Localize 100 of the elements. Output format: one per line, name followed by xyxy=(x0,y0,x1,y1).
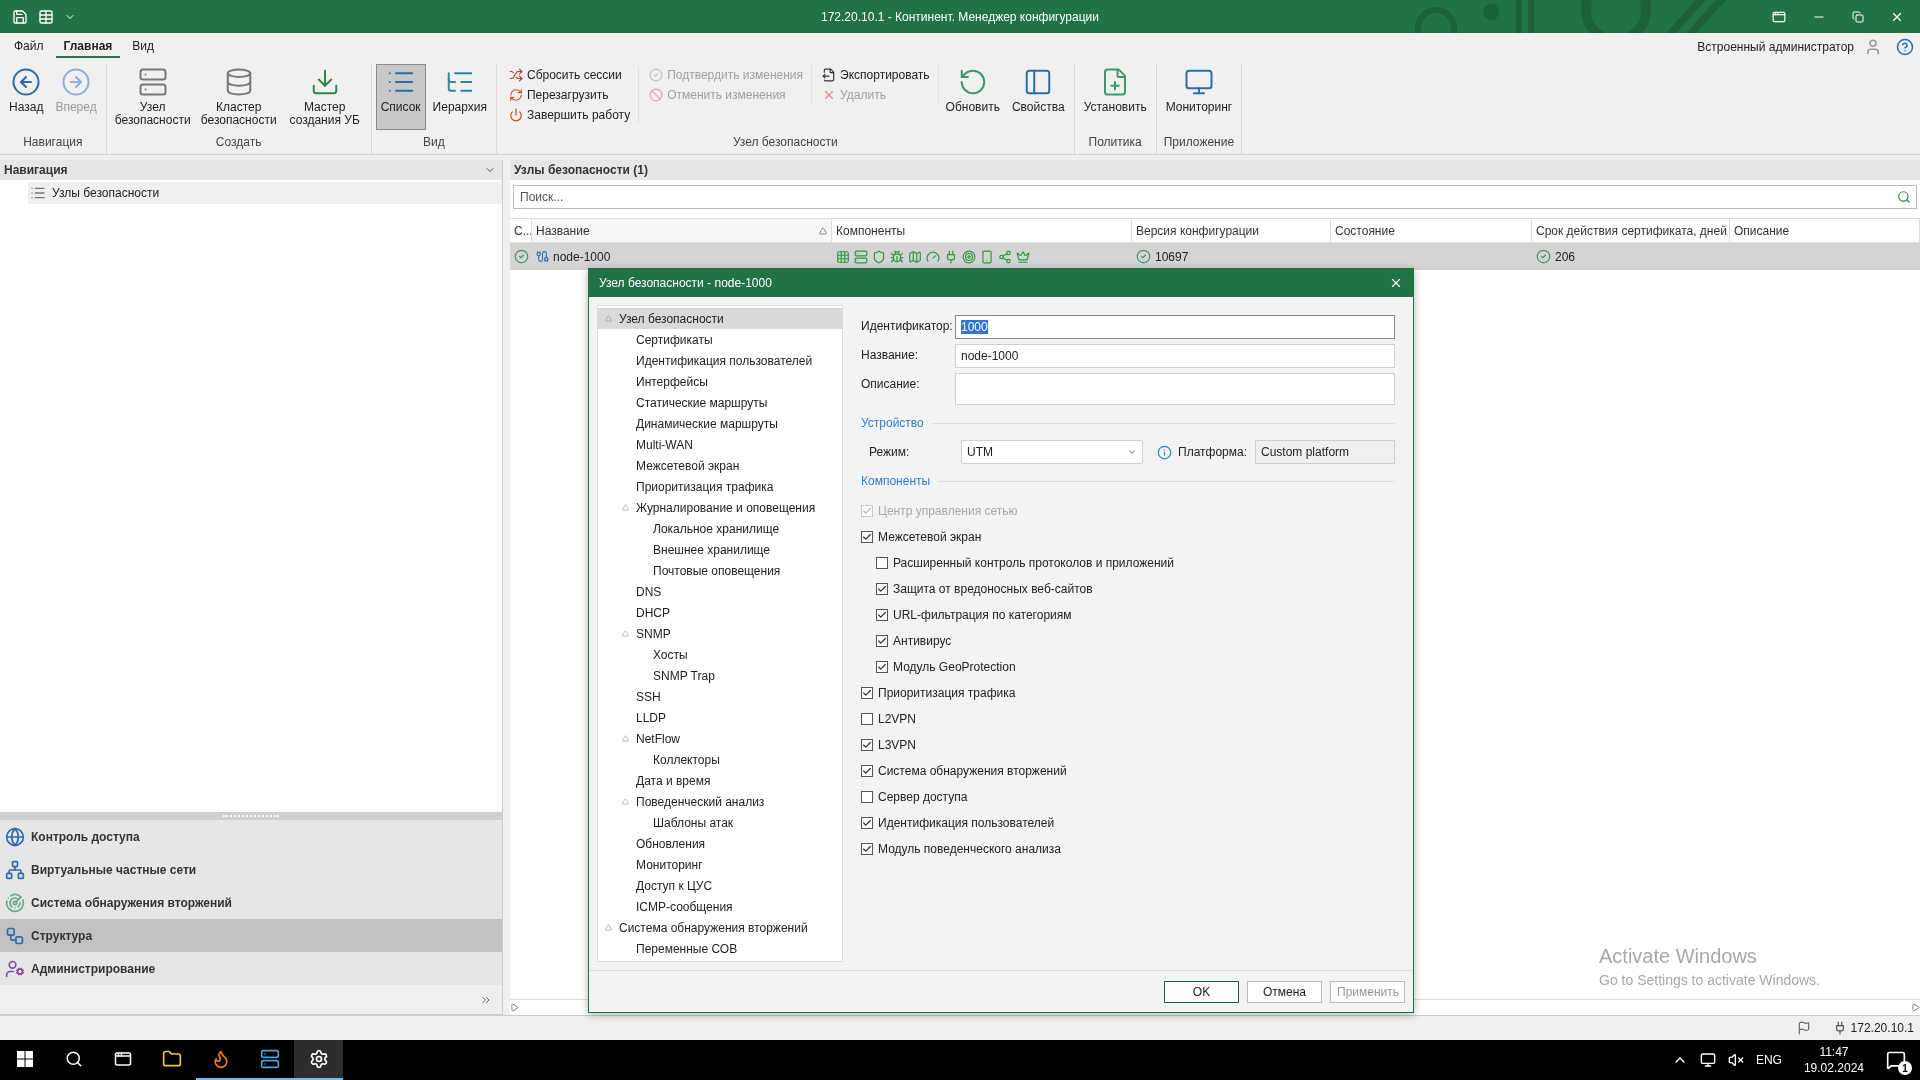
tree-item[interactable]: Приоритизация трафика xyxy=(598,476,842,497)
tree-item[interactable]: Шаблоны атак xyxy=(598,812,842,833)
ribbon-button[interactable]: Назад xyxy=(4,64,49,130)
tree-item[interactable]: Коллекторы xyxy=(598,749,842,770)
checkbox[interactable] xyxy=(876,557,888,569)
ribbon-button[interactable]: Свойства xyxy=(1006,64,1070,130)
ribbon-button[interactable]: Экспортировать xyxy=(820,66,932,84)
column-header[interactable]: Срок действия сертификата, дней xyxy=(1532,219,1730,243)
taskbar-app[interactable] xyxy=(294,1040,343,1080)
table-cell: node-1000 xyxy=(553,249,611,264)
ribbon-button[interactable]: Перезагрузить xyxy=(507,86,633,104)
dialog-button[interactable]: OK xyxy=(1164,980,1239,1003)
checkbox[interactable] xyxy=(876,609,888,621)
field-label: Описание: xyxy=(861,376,921,391)
checkbox[interactable] xyxy=(861,739,873,751)
ribbon-button[interactable]: Мониторинг xyxy=(1160,64,1238,130)
tree-item[interactable]: Интерфейсы xyxy=(598,371,842,392)
tree-item[interactable]: Динамические маршруты xyxy=(598,413,842,434)
ribbon-tab[interactable]: Файл xyxy=(6,35,52,58)
tree-item[interactable]: Внешнее хранилище xyxy=(598,539,842,560)
checkbox[interactable] xyxy=(861,791,873,803)
tree-item[interactable]: Журналирование и оповещения xyxy=(598,497,842,518)
nav-section[interactable]: Система обнаружения вторжений xyxy=(0,886,502,919)
ribbon-button[interactable]: Завершить работу xyxy=(507,106,633,124)
checkbox[interactable] xyxy=(861,687,873,699)
ribbon-button[interactable]: Узел безопасности xyxy=(110,64,195,130)
tree-item[interactable]: SSH xyxy=(598,686,842,707)
tree-item[interactable]: DNS xyxy=(598,581,842,602)
ribbon-tab[interactable]: Вид xyxy=(124,35,163,58)
tree-item[interactable]: LLDP xyxy=(598,707,842,728)
tree-item[interactable]: Хосты xyxy=(598,644,842,665)
ribbon-button[interactable]: Установить xyxy=(1078,64,1152,130)
tree-item[interactable]: Мониторинг xyxy=(598,854,842,875)
tree-item[interactable]: SNMP xyxy=(598,623,842,644)
tree-item[interactable]: ICMP-сообщения xyxy=(598,896,842,917)
checkbox[interactable] xyxy=(861,843,873,855)
dialog-button[interactable]: Отмена xyxy=(1247,980,1322,1003)
column-header[interactable]: Версия конфигурации xyxy=(1132,219,1331,243)
tree-item[interactable]: Переменные СОВ xyxy=(598,938,842,959)
share-icon xyxy=(998,249,1012,264)
checkbox[interactable] xyxy=(876,635,888,647)
nav-item[interactable]: Узлы безопасности xyxy=(28,182,502,204)
ribbon-button[interactable]: Обновить xyxy=(940,64,1005,130)
nav-section[interactable]: Администрирование xyxy=(0,952,502,985)
search-field[interactable]: Поиск... xyxy=(513,185,1917,209)
column-header[interactable]: С... xyxy=(510,219,532,243)
tree-item[interactable]: Узел безопасности xyxy=(598,308,842,329)
tree-item[interactable]: NetFlow xyxy=(598,728,842,749)
muted-speaker-icon[interactable] xyxy=(1727,1052,1744,1068)
tree-item[interactable]: Доступ к ЦУС xyxy=(598,875,842,896)
tree-item[interactable]: Дата и время xyxy=(598,770,842,791)
checkbox[interactable] xyxy=(876,583,888,595)
tree-item[interactable]: Обновления xyxy=(598,833,842,854)
ribbon-button[interactable]: Список xyxy=(375,64,426,130)
save-icon[interactable] xyxy=(12,8,28,25)
tree-item[interactable]: Поведенческий анализ xyxy=(598,791,842,812)
input-field[interactable]: node-1000 xyxy=(955,344,1395,368)
tree-item[interactable]: Сертификаты xyxy=(598,329,842,350)
checkbox[interactable] xyxy=(861,531,873,543)
mode-dropdown[interactable]: UTM xyxy=(961,440,1143,464)
nav-section[interactable]: Контроль доступа xyxy=(0,820,502,853)
language-indicator[interactable]: ENG xyxy=(1755,1053,1782,1067)
checkbox-label: Сервер доступа xyxy=(878,790,968,804)
column-header[interactable]: Состояние xyxy=(1331,219,1532,243)
tree-item[interactable]: Почтовые оповещения xyxy=(598,560,842,581)
table-row[interactable]: node-1000 10697 206 xyxy=(510,243,1920,270)
checkbox[interactable] xyxy=(876,661,888,673)
tree-item[interactable]: Статические маршруты xyxy=(598,392,842,413)
input-field[interactable]: 1000 xyxy=(955,315,1395,339)
close-icon[interactable] xyxy=(1389,276,1403,290)
radar-icon xyxy=(5,892,25,913)
tree-item[interactable]: Локальное хранилище xyxy=(598,518,842,539)
checkbox[interactable] xyxy=(861,765,873,777)
ribbon-button[interactable]: Кластер безопасности xyxy=(196,64,281,130)
table-icon[interactable] xyxy=(38,8,54,25)
tree-item[interactable]: Идентификация пользователей xyxy=(598,350,842,371)
checkbox-label: Модуль поведенческого анализа xyxy=(878,842,1061,856)
tree-item[interactable]: DHCP xyxy=(598,602,842,623)
ribbon-button[interactable]: Мастер создания УБ xyxy=(282,64,367,130)
group-label: Навигация xyxy=(23,134,83,151)
info-icon[interactable] xyxy=(1157,444,1172,460)
tree-item[interactable]: Multi-WAN xyxy=(598,434,842,455)
tree-item[interactable]: Межсетевой экран xyxy=(598,455,842,476)
nav-section[interactable]: Виртуальные частные сети xyxy=(0,853,502,886)
input-field[interactable] xyxy=(955,373,1395,405)
map-icon xyxy=(908,249,922,264)
column-header[interactable]: Описание xyxy=(1730,219,1920,243)
checkbox[interactable] xyxy=(861,817,873,829)
tree-item[interactable]: SNMP Trap xyxy=(598,665,842,686)
tree-item[interactable]: Система обнаружения вторжений xyxy=(598,917,842,938)
ribbon-button[interactable]: Сбросить сессии xyxy=(507,66,633,84)
restore-icon[interactable] xyxy=(1852,10,1864,23)
group-label: Приложение xyxy=(1163,134,1235,151)
ribbon-tab[interactable]: Главная xyxy=(55,35,121,58)
help-icon[interactable] xyxy=(1896,37,1914,56)
column-header[interactable]: Компоненты xyxy=(832,219,1132,243)
checkbox[interactable] xyxy=(861,713,873,725)
column-header[interactable]: Название xyxy=(532,219,832,243)
nav-section[interactable]: Структура xyxy=(0,919,502,952)
ribbon-button[interactable]: Иерархия xyxy=(427,64,492,130)
